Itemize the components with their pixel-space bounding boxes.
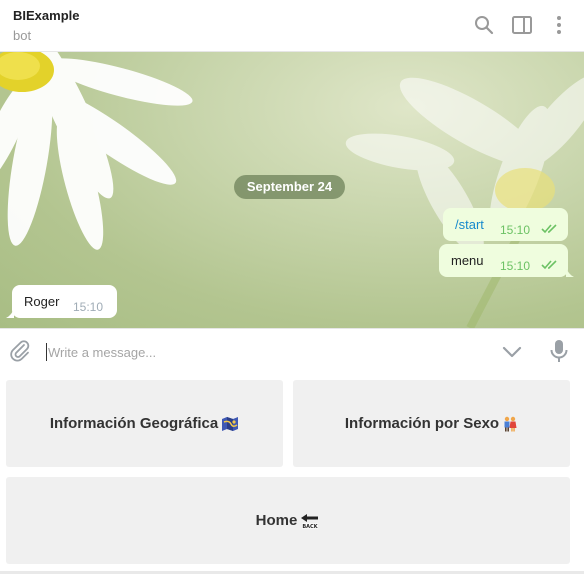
composer-bar <box>0 328 584 374</box>
keyboard-button-label: Información por Sexo <box>344 415 500 432</box>
map-icon <box>222 416 239 431</box>
chat-subtitle: bot <box>13 28 32 43</box>
double-check-icon <box>541 224 557 234</box>
keyboard-button-home[interactable]: Home BACK <box>6 477 570 564</box>
chat-title[interactable]: BIExample <box>13 8 79 23</box>
incoming-message[interactable]: Roger 15:10 <box>12 285 117 318</box>
message-text[interactable]: /start <box>455 217 484 232</box>
more-vertical-icon[interactable] <box>548 14 570 36</box>
bot-keyboard: Información Geográfica Información por S… <box>0 374 584 574</box>
paperclip-icon[interactable] <box>8 339 32 363</box>
chat-header: BIExample bot <box>0 0 584 52</box>
bubble-tail <box>566 267 574 277</box>
keyboard-button-sexo[interactable]: Información por Sexo <box>293 380 570 467</box>
message-time: 15:10 <box>73 300 104 314</box>
chevron-down-icon[interactable] <box>501 342 523 362</box>
back-arrow-icon: BACK <box>301 513 319 529</box>
message-text: Roger <box>24 294 60 309</box>
couple-icon <box>504 416 517 431</box>
double-check-icon <box>541 260 557 270</box>
message-text: menu <box>451 253 484 268</box>
sidebar-toggle-icon[interactable] <box>511 14 533 36</box>
outgoing-message[interactable]: menu 15:10 <box>439 244 568 277</box>
keyboard-button-label: Home <box>255 512 298 529</box>
svg-text:BACK: BACK <box>303 524 319 529</box>
keyboard-button-geografica[interactable]: Información Geográfica <box>6 380 283 467</box>
microphone-icon[interactable] <box>548 338 570 364</box>
message-time: 15:10 <box>500 223 531 237</box>
bubble-tail <box>6 308 14 318</box>
keyboard-button-label: Información Geográfica <box>49 415 219 432</box>
text-cursor <box>46 343 47 361</box>
message-time: 15:10 <box>500 259 531 273</box>
date-badge: September 24 <box>234 175 345 199</box>
search-icon[interactable] <box>473 14 495 36</box>
message-input[interactable] <box>48 343 468 361</box>
outgoing-message[interactable]: /start 15:10 <box>443 208 568 241</box>
message-area[interactable]: September 24 /start 15:10 menu 15:10 Rog… <box>0 52 584 328</box>
